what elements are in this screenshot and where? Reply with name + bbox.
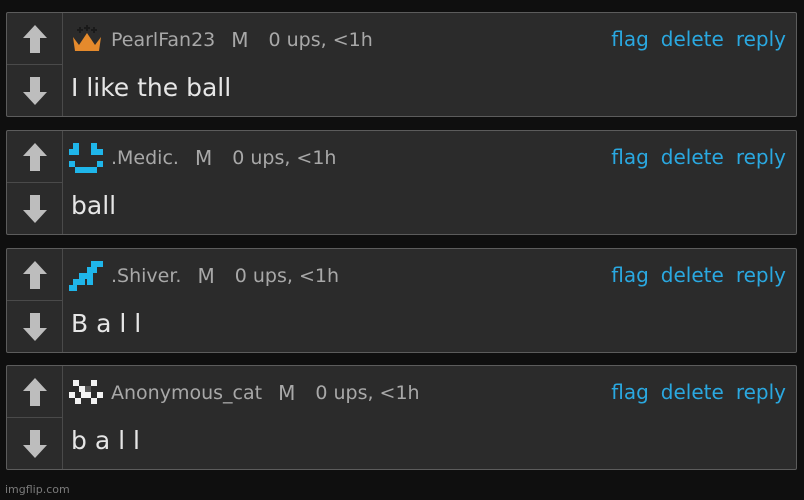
upvote-button[interactable]	[7, 366, 62, 418]
pixel-face-icon	[69, 143, 103, 173]
username-link[interactable]: .Medic.	[111, 147, 179, 169]
comment-actions: flag delete reply	[611, 263, 786, 287]
comment-header: PearlFan23 M 0 ups, <1h	[67, 23, 373, 57]
downvote-button[interactable]	[7, 183, 62, 234]
flag-link[interactable]: flag	[611, 145, 649, 169]
pixel-cat-icon	[69, 380, 103, 404]
comment-card: PearlFan23 M 0 ups, <1h flag delete repl…	[6, 12, 797, 117]
flag-link[interactable]: flag	[611, 263, 649, 287]
comment-text: ball	[71, 191, 117, 220]
arrow-up-icon	[22, 377, 47, 406]
comment-actions: flag delete reply	[611, 380, 786, 404]
comment-card: Anonymous_cat M 0 ups, <1h flag delete r…	[6, 365, 797, 470]
delete-link[interactable]: delete	[661, 380, 724, 404]
comment-actions: flag delete reply	[611, 145, 786, 169]
delete-link[interactable]: delete	[661, 263, 724, 287]
avatar[interactable]	[67, 259, 107, 293]
comment-card: .Medic. M 0 ups, <1h flag delete reply b…	[6, 130, 797, 235]
vote-column	[7, 249, 63, 352]
arrow-up-icon	[22, 24, 47, 53]
flag-link[interactable]: flag	[611, 27, 649, 51]
comment-actions: flag delete reply	[611, 27, 786, 51]
vote-column	[7, 13, 63, 116]
arrow-down-icon	[22, 76, 47, 105]
crown-icon	[73, 25, 101, 51]
reply-link[interactable]: reply	[736, 380, 786, 404]
downvote-button[interactable]	[7, 301, 62, 352]
downvote-button[interactable]	[7, 65, 62, 116]
comment-header: .Medic. M 0 ups, <1h	[67, 141, 336, 175]
comment-thread: PearlFan23 M 0 ups, <1h flag delete repl…	[0, 0, 804, 500]
username-link[interactable]: .Shiver.	[111, 265, 181, 287]
reply-link[interactable]: reply	[736, 263, 786, 287]
upvote-button[interactable]	[7, 249, 62, 301]
pixel-snake-icon	[69, 261, 103, 291]
comment-meta: 0 ups, <1h	[232, 147, 337, 169]
watermark: imgflip.com	[5, 483, 70, 496]
arrow-down-icon	[22, 312, 47, 341]
arrow-up-icon	[22, 260, 47, 289]
arrow-down-icon	[22, 194, 47, 223]
comment-meta: 0 ups, <1h	[315, 382, 420, 404]
vote-column	[7, 131, 63, 234]
mod-badge: M	[278, 381, 296, 405]
flag-link[interactable]: flag	[611, 380, 649, 404]
comment-text: I like the ball	[71, 73, 232, 102]
reply-link[interactable]: reply	[736, 27, 786, 51]
comment-meta: 0 ups, <1h	[268, 29, 373, 51]
comment-text: b a l l	[71, 426, 140, 455]
comment-card: .Shiver. M 0 ups, <1h flag delete reply …	[6, 248, 797, 353]
mod-badge: M	[194, 146, 213, 170]
reply-link[interactable]: reply	[736, 145, 786, 169]
comment-text: B a l l	[71, 309, 142, 338]
downvote-button[interactable]	[7, 418, 62, 469]
delete-link[interactable]: delete	[661, 27, 724, 51]
upvote-button[interactable]	[7, 131, 62, 183]
avatar[interactable]	[67, 141, 107, 175]
vote-column	[7, 366, 63, 469]
arrow-up-icon	[22, 142, 47, 171]
arrow-down-icon	[22, 429, 47, 458]
username-link[interactable]: Anonymous_cat	[111, 382, 262, 404]
upvote-button[interactable]	[7, 13, 62, 65]
mod-badge: M	[197, 264, 215, 288]
avatar[interactable]	[67, 376, 107, 410]
comment-header: Anonymous_cat M 0 ups, <1h	[67, 376, 420, 410]
comment-meta: 0 ups, <1h	[234, 265, 339, 287]
mod-badge: M	[231, 28, 249, 52]
comment-header: .Shiver. M 0 ups, <1h	[67, 259, 339, 293]
username-link[interactable]: PearlFan23	[111, 29, 215, 51]
avatar[interactable]	[67, 23, 107, 57]
delete-link[interactable]: delete	[661, 145, 724, 169]
